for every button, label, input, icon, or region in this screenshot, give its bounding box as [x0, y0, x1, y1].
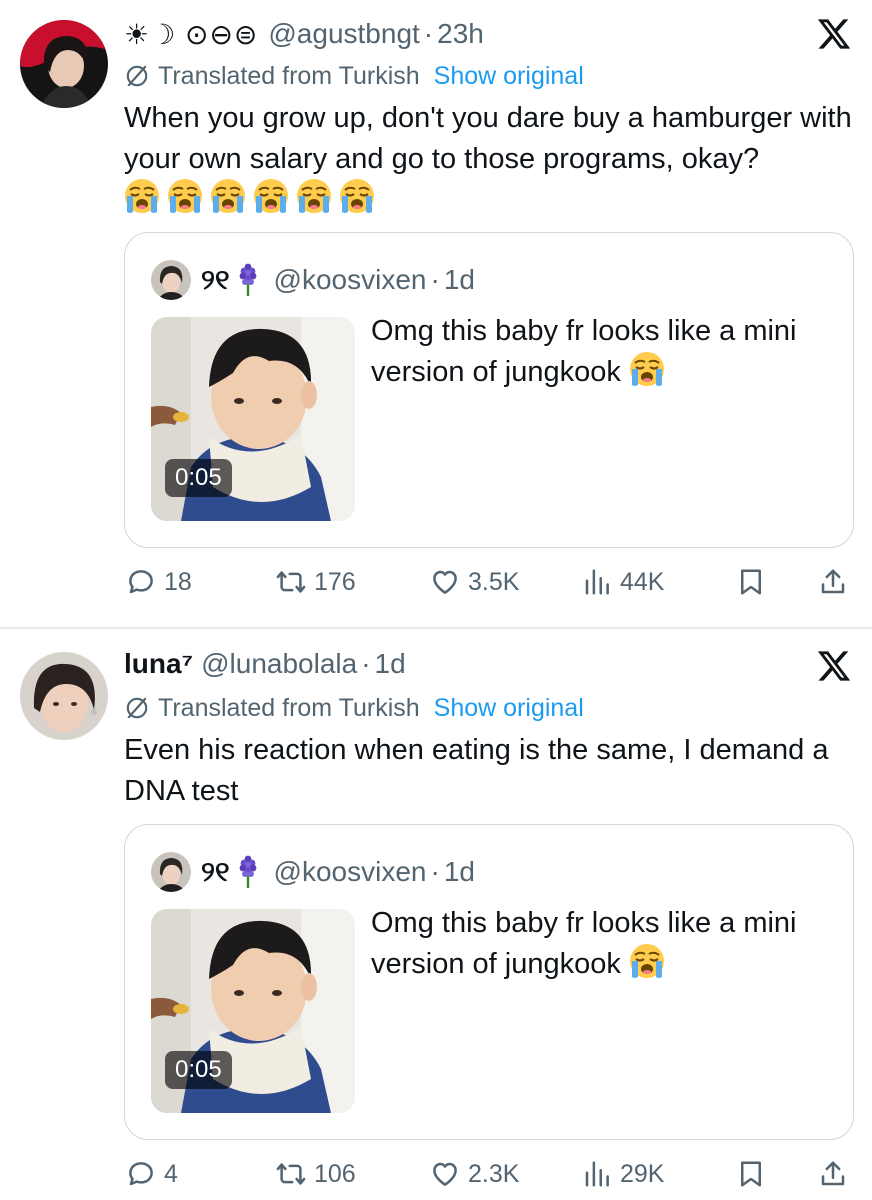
loudly-crying-face-emoji — [124, 178, 160, 214]
repost-button[interactable]: 176 — [276, 562, 356, 602]
views-button[interactable]: 29K — [582, 1154, 664, 1194]
views-icon — [582, 1159, 612, 1189]
bookmark-icon — [736, 567, 766, 597]
loudly-crying-face-emoji — [167, 178, 203, 214]
quote-header: ୨୧ @koosvixen · 1d — [151, 851, 475, 893]
reply-button[interactable]: 18 — [126, 562, 192, 602]
repost-icon — [276, 567, 306, 597]
video-duration: 0:05 — [165, 459, 232, 497]
quote-text: Omg this baby fr looks like a mini versi… — [371, 907, 797, 980]
video-duration: 0:05 — [165, 1051, 232, 1089]
like-count: 3.5K — [468, 567, 520, 596]
views-button[interactable]: 44K — [582, 562, 664, 602]
globe-slash-icon — [124, 695, 150, 721]
action-bar: 4 106 2.3K 29K — [124, 1154, 852, 1194]
bookmark-button[interactable] — [736, 562, 766, 602]
repost-count: 176 — [314, 567, 356, 596]
avatar[interactable] — [20, 652, 108, 740]
translation-bar: Translated from Turkish Show original — [124, 58, 584, 94]
share-button[interactable] — [818, 562, 848, 602]
loudly-crying-face-emoji — [210, 178, 246, 214]
loudly-crying-face-emoji — [629, 943, 665, 979]
like-count: 2.3K — [468, 1159, 520, 1188]
quote-text-block: Omg this baby fr looks like a mini versi… — [371, 903, 831, 984]
quote-text: Omg this baby fr looks like a mini versi… — [371, 315, 797, 388]
video-thumbnail[interactable]: 0:05 — [151, 317, 355, 521]
show-original-link[interactable]: Show original — [434, 694, 584, 723]
views-icon — [582, 567, 612, 597]
translated-label: Translated from Turkish — [158, 693, 420, 722]
quote-display-name[interactable]: ୨୧ — [201, 856, 230, 889]
tweet-2[interactable]: luna⁷ @lunabolala · 1d Translated from T… — [0, 630, 872, 1200]
avatar[interactable] — [20, 20, 108, 108]
show-original-link[interactable]: Show original — [434, 62, 584, 91]
dot-separator: · — [361, 648, 371, 679]
quote-timestamp[interactable]: 1d — [444, 264, 475, 296]
quote-handle[interactable]: @koosvixen — [274, 856, 427, 888]
bookmark-icon — [736, 1159, 766, 1189]
quote-timestamp[interactable]: 1d — [444, 856, 475, 888]
translation-bar: Translated from Turkish Show original — [124, 690, 584, 726]
quoted-tweet[interactable]: ୨୧ @koosvixen · 1d 0:05 Omg this baby fr… — [124, 232, 854, 548]
loudly-crying-face-emoji — [339, 178, 375, 214]
dot-separator: · — [430, 856, 440, 887]
quote-avatar[interactable] — [151, 260, 191, 300]
translated-label: Translated from Turkish — [158, 61, 420, 90]
emoji-row — [124, 178, 375, 218]
hyacinth-emoji — [236, 263, 260, 297]
views-count: 44K — [620, 567, 665, 596]
like-button[interactable]: 3.5K — [430, 562, 519, 602]
tweet-1[interactable]: ☀︎☽ ⊙⊖⊜ @agustbngt · 23h Translated from… — [0, 0, 872, 628]
reply-button[interactable]: 4 — [126, 1154, 178, 1194]
views-count: 29K — [620, 1159, 665, 1188]
display-name[interactable]: ☀︎☽ ⊙⊖⊜ — [124, 18, 258, 51]
reply-count: 18 — [164, 567, 192, 596]
heart-icon — [430, 1159, 460, 1189]
handle[interactable]: @lunabolala — [201, 648, 357, 680]
video-thumbnail[interactable]: 0:05 — [151, 909, 355, 1113]
quote-display-name[interactable]: ୨୧ — [201, 264, 230, 297]
tweet-header: luna⁷ @lunabolala · 1d — [124, 644, 406, 684]
share-icon — [818, 1159, 848, 1189]
tweet-header: ☀︎☽ ⊙⊖⊜ @agustbngt · 23h — [124, 14, 484, 54]
quote-text-block: Omg this baby fr looks like a mini versi… — [371, 311, 831, 392]
loudly-crying-face-emoji — [296, 178, 332, 214]
action-bar: 18 176 3.5K 44K — [124, 562, 852, 602]
globe-slash-icon — [124, 63, 150, 89]
share-button[interactable] — [818, 1154, 848, 1194]
repost-button[interactable]: 106 — [276, 1154, 356, 1194]
loudly-crying-face-emoji — [253, 178, 289, 214]
loudly-crying-face-emoji — [629, 351, 665, 387]
repost-icon — [276, 1159, 306, 1189]
reply-count: 4 — [164, 1159, 178, 1188]
display-name[interactable]: luna⁷ — [124, 648, 193, 680]
dot-separator: · — [430, 264, 440, 295]
dot-separator: · — [423, 18, 434, 49]
tweet-divider — [0, 627, 872, 629]
quote-handle[interactable]: @koosvixen — [274, 264, 427, 296]
timestamp[interactable]: 23h — [437, 18, 484, 50]
quote-header: ୨୧ @koosvixen · 1d — [151, 259, 475, 301]
x-logo-icon[interactable] — [816, 16, 852, 52]
like-button[interactable]: 2.3K — [430, 1154, 519, 1194]
heart-icon — [430, 567, 460, 597]
tweet-text: When you grow up, don't you dare buy a h… — [124, 102, 852, 175]
reply-icon — [126, 1159, 156, 1189]
repost-count: 106 — [314, 1159, 356, 1188]
bookmark-button[interactable] — [736, 1154, 766, 1194]
timestamp[interactable]: 1d — [375, 648, 406, 680]
share-icon — [818, 567, 848, 597]
reply-icon — [126, 567, 156, 597]
quote-avatar[interactable] — [151, 852, 191, 892]
quoted-tweet[interactable]: ୨୧ @koosvixen · 1d 0:05 Omg this baby fr… — [124, 824, 854, 1140]
x-logo-icon[interactable] — [816, 648, 852, 684]
hyacinth-emoji — [236, 855, 260, 889]
handle[interactable]: @agustbngt — [268, 18, 419, 50]
tweet-text: Even his reaction when eating is the sam… — [124, 734, 829, 807]
